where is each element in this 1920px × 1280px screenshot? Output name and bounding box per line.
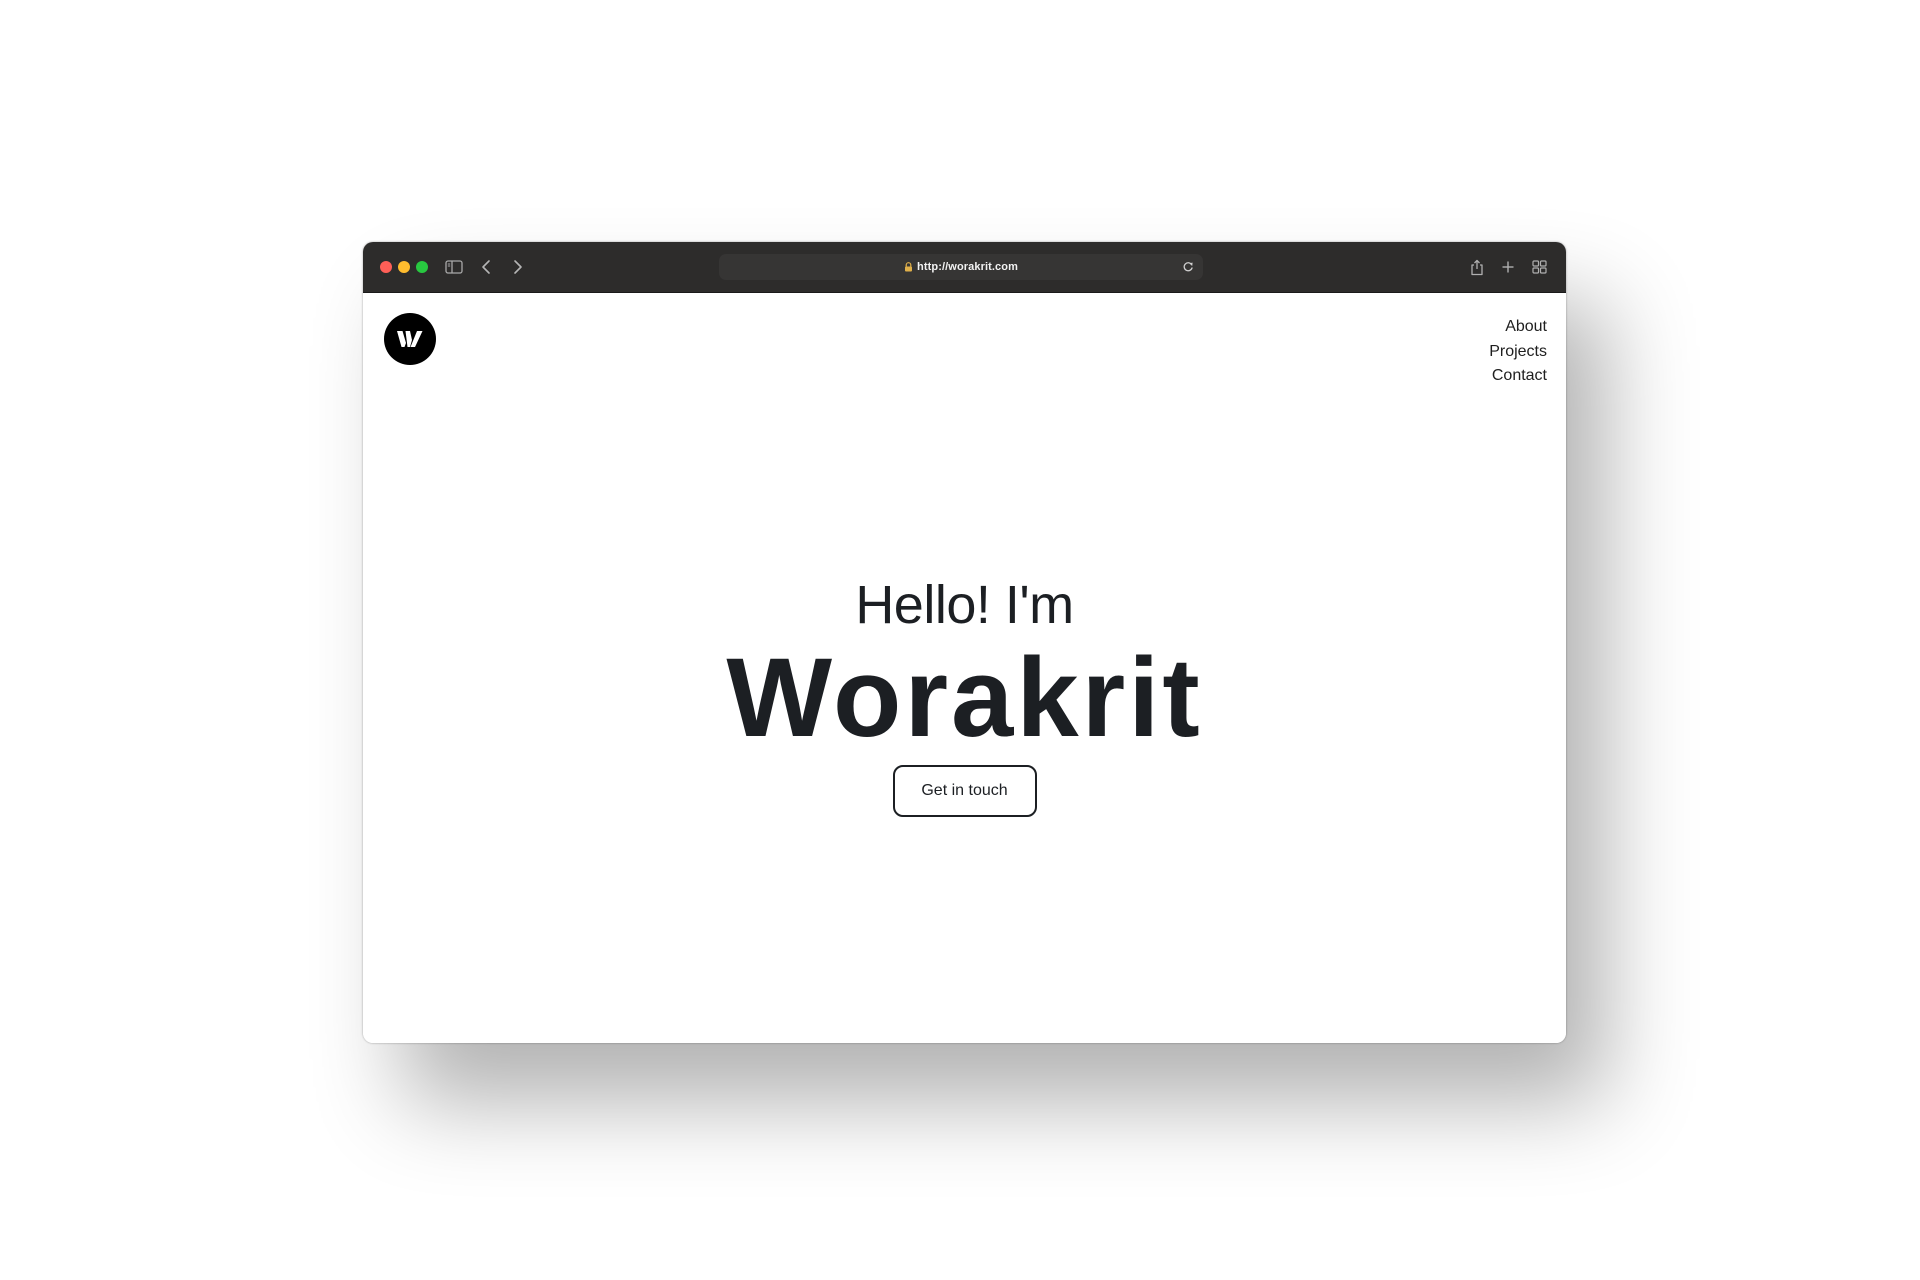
close-window-button[interactable] — [380, 261, 392, 273]
browser-toolbar: http://worakrit.com — [363, 242, 1566, 293]
sidebar-icon[interactable] — [442, 255, 466, 279]
nav-link-contact[interactable]: Contact — [1489, 364, 1547, 389]
web-page: About Projects Contact Hello! I'm Worakr… — [363, 293, 1566, 1043]
share-icon[interactable] — [1465, 255, 1489, 279]
worakrit-logo-icon[interactable] — [384, 313, 436, 365]
address-url: http://worakrit.com — [917, 261, 1018, 273]
new-tab-icon[interactable] — [1496, 255, 1520, 279]
nav-link-projects[interactable]: Projects — [1489, 340, 1547, 365]
stage: http://worakrit.com About Projects Conta… — [0, 0, 1920, 1280]
zoom-window-button[interactable] — [416, 261, 428, 273]
reload-icon[interactable] — [1181, 260, 1195, 274]
hero-greeting: Hello! I'm — [855, 575, 1074, 635]
hero-cta-wrapper: Get in touch — [363, 765, 1566, 817]
address-bar[interactable]: http://worakrit.com — [719, 254, 1203, 280]
nav-link-about[interactable]: About — [1489, 315, 1547, 340]
back-icon[interactable] — [474, 255, 498, 279]
forward-icon[interactable] — [506, 255, 530, 279]
minimize-window-button[interactable] — [398, 261, 410, 273]
lock-icon — [904, 262, 913, 272]
main-nav: About Projects Contact — [1489, 315, 1547, 389]
tab-overview-icon[interactable] — [1527, 255, 1551, 279]
browser-window: http://worakrit.com About Projects Conta… — [363, 242, 1566, 1043]
hero-name: Worakrit — [726, 635, 1203, 760]
get-in-touch-button[interactable]: Get in touch — [892, 765, 1037, 817]
